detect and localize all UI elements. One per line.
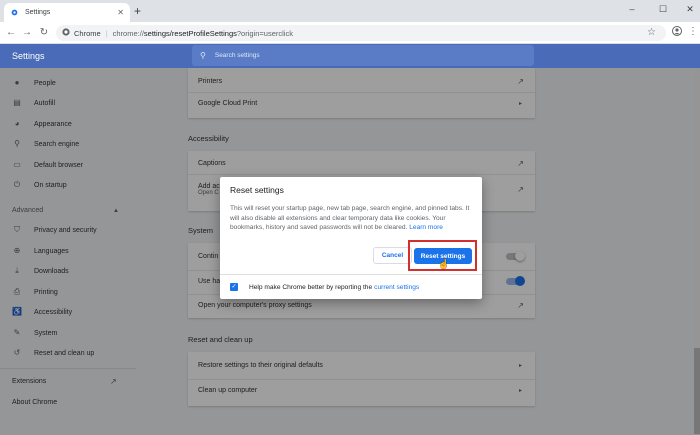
url-scheme: chrome:// <box>112 28 144 38</box>
profile-icon[interactable] <box>672 26 682 39</box>
new-tab-button[interactable]: + <box>134 5 141 17</box>
url-path: settings/resetProfileSettings <box>143 28 237 38</box>
settings-header: Settings ⚲ Search settings <box>0 44 700 68</box>
tab-close-icon[interactable]: ✕ <box>117 8 124 17</box>
minimize-button[interactable]: – <box>622 3 642 15</box>
omnibox-separator: | <box>105 28 108 38</box>
tab-title: Settings <box>25 9 51 16</box>
dialog-body: This will reset your startup page, new t… <box>230 204 473 233</box>
chrome-logo-icon <box>62 28 70 38</box>
reload-icon[interactable]: ↻ <box>37 26 51 40</box>
current-settings-link[interactable]: current settings <box>374 284 419 291</box>
forward-arrow-icon[interactable]: → <box>20 26 34 40</box>
url-query: ?origin=userclick <box>236 28 293 38</box>
footer-text: Help make Chrome better by reporting the <box>249 283 373 291</box>
cancel-button[interactable]: Cancel <box>373 247 412 264</box>
gear-icon <box>10 8 19 17</box>
dialog-footer: ✓ Help make Chrome better by reporting t… <box>220 274 482 299</box>
page-title: Settings <box>12 51 45 61</box>
dialog-title: Reset settings <box>230 185 284 195</box>
reset-settings-dialog: Reset settings This will reset your star… <box>220 177 482 299</box>
menu-kebab-icon[interactable]: ⋮ <box>688 26 698 37</box>
site-label: Chrome <box>74 28 101 38</box>
tab-settings[interactable]: Settings ✕ <box>4 3 130 22</box>
search-input[interactable]: ⚲ Search settings <box>192 45 534 66</box>
report-settings-checkbox[interactable]: ✓ <box>230 283 238 291</box>
address-bar[interactable]: Chrome | chrome:// settings/resetProfile… <box>56 25 666 41</box>
maximize-button[interactable]: ☐ <box>653 3 673 15</box>
search-icon: ⚲ <box>200 51 206 60</box>
search-placeholder: Search settings <box>214 52 260 59</box>
learn-more-link[interactable]: Learn more <box>409 224 443 231</box>
back-arrow-icon[interactable]: ← <box>4 26 18 40</box>
bookmark-star-icon[interactable]: ☆ <box>647 27 656 38</box>
tab-strip: Settings ✕ + – ☐ ✕ <box>0 0 700 22</box>
hand-cursor-icon: ☝ <box>438 259 450 269</box>
browser-toolbar: ← → ↻ Chrome | chrome:// settings/resetP… <box>0 22 700 44</box>
window-close-button[interactable]: ✕ <box>680 3 700 15</box>
